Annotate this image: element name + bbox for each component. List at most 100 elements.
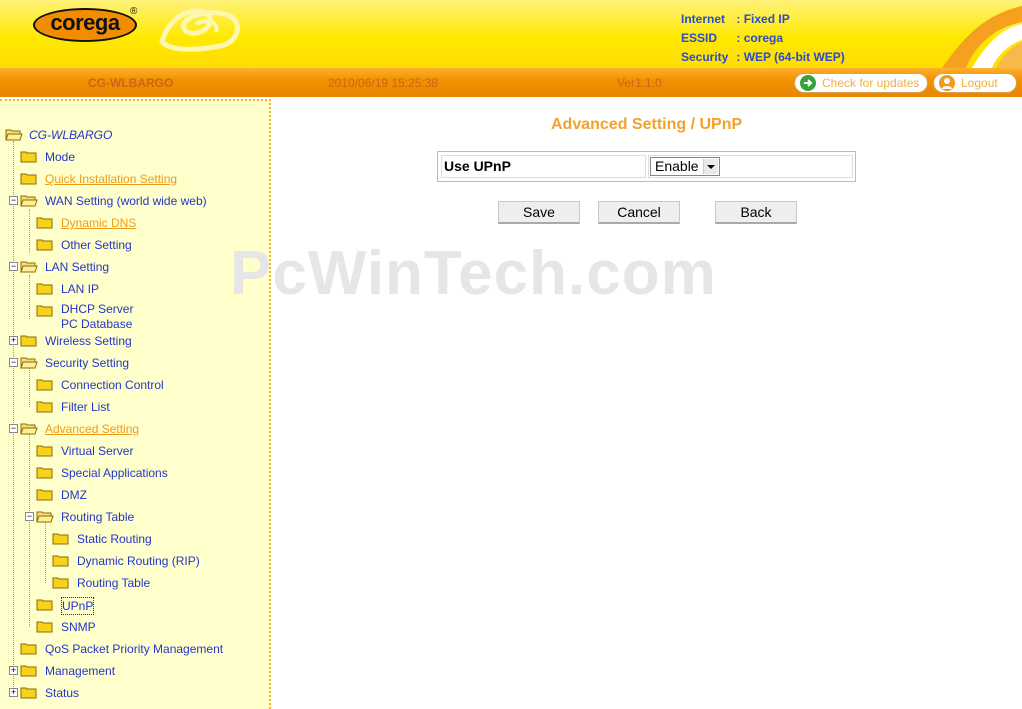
collapse-toggle-icon[interactable]: − [9,196,18,205]
cancel-button[interactable]: Cancel [598,201,680,224]
folder-icon [52,555,69,567]
info-key: ESSID [681,31,718,45]
tree-guide-line [45,517,46,583]
folder-icon [20,665,37,677]
folder-icon [36,239,53,251]
sidebar-item-label: WAN Setting (world wide web) [45,194,207,208]
sidebar-item-label: DHCP Server [61,302,134,316]
folder-icon [36,379,53,391]
upnp-settings-table: Use UPnP Enable [437,151,856,182]
folder-icon [20,687,37,699]
folder-icon [52,577,69,589]
back-button[interactable]: Back [715,201,797,224]
collapse-toggle-icon[interactable]: − [25,512,34,521]
expand-toggle-icon[interactable]: + [9,336,18,345]
sidebar-item-label-line2: PC Database [61,317,133,331]
sidebar-item-label: Other Setting [61,238,132,252]
folder-icon [36,217,53,229]
folder-icon [20,173,37,185]
tree-guide-line [29,363,30,407]
sidebar-item-label: Special Applications [61,466,168,480]
info-row-security: Security : WEP (64-bit WEP) [681,48,845,67]
expand-toggle-icon[interactable]: + [9,688,18,697]
info-row-essid: ESSID : corega [681,29,845,48]
date-time: 2010/06/19 15:25:38 [328,76,439,90]
folder-open-icon [20,261,38,273]
corega-logo: corega [33,8,137,42]
folder-icon [36,305,53,317]
header-banner: corega ® Internet : Fixed IP ESSID : cor… [0,0,1022,68]
sidebar-item-label: Dynamic Routing (RIP) [77,554,200,568]
folder-icon [36,467,53,479]
decorative-swirl-icon [159,8,240,52]
expand-toggle-icon[interactable]: + [9,666,18,675]
tree-guide-line [29,429,30,627]
info-key: Security [681,50,729,64]
sidebar-item-label: Connection Control [61,378,164,392]
tree-guide-line [29,209,30,253]
sidebar-item-label: Routing Table [61,510,135,524]
sidebar-item-label: UPnP [61,597,95,615]
sidebar-item-label: Advanced Setting [45,422,140,436]
use-upnp-label: Use UPnP [441,155,646,178]
tree-guide-line [29,275,30,319]
folder-icon [36,283,53,295]
logout-label: Logout [961,76,998,90]
logout-button[interactable]: Logout [933,73,1017,93]
check-updates-button[interactable]: Check for updates [794,73,928,93]
folder-open-icon [5,129,23,141]
folder-icon [36,489,53,501]
folder-icon [20,335,37,347]
save-button[interactable]: Save [498,201,580,224]
page-title: Advanced Setting / UPnP [551,116,743,133]
connection-info: Internet : Fixed IP ESSID : corega Secur… [681,10,845,67]
info-value: corega [743,31,784,45]
decorative-stripes-icon [942,6,1022,68]
info-sep: : [736,31,741,45]
refresh-icon [800,75,816,91]
info-value: WEP (64-bit WEP) [743,50,845,64]
tree-guide-line [13,141,14,695]
select-value: Enable [655,158,699,174]
collapse-toggle-icon[interactable]: − [9,358,18,367]
status-bar: CG-WLBARGO 2010/06/19 15:25:38 Ver1.1.0 … [0,68,1022,97]
info-sep: : [736,12,741,26]
folder-open-icon [20,195,38,207]
folder-icon [20,643,37,655]
sidebar-item-label: Wireless Setting [45,334,132,348]
info-sep: : [736,50,741,64]
user-icon [939,75,955,91]
device-name: CG-WLBARGO [88,76,174,90]
sidebar-item-label: Static Routing [77,532,152,546]
sidebar-item-label: SNMP [61,620,96,634]
collapse-toggle-icon[interactable]: − [9,262,18,271]
sidebar-item-label: QoS Packet Priority Management [45,642,224,656]
sidebar-item-label: Management [45,664,116,678]
folder-icon [36,445,53,457]
info-value: Fixed IP [743,12,790,26]
info-row-internet: Internet : Fixed IP [681,10,845,29]
folder-icon [36,401,53,413]
sidebar-item-label: Routing Table [77,576,151,590]
folder-icon [36,599,53,611]
folder-icon [52,533,69,545]
sidebar-item-label: LAN Setting [45,260,110,274]
sidebar-item-label: Dynamic DNS [61,216,137,230]
info-key: Internet [681,12,726,26]
tree-root-label: CG-WLBARGO [29,128,113,142]
sidebar-item-label: LAN IP [61,282,100,296]
sidebar-item-label: Security Setting [45,356,130,370]
sidebar-item-label: Status [45,686,80,700]
watermark-text: PcWinTech.com [230,239,717,308]
use-upnp-select[interactable]: Enable [650,157,720,176]
sidebar-item-label: Quick Installation Setting [45,172,178,186]
firmware-version: Ver1.1.0 [617,76,662,90]
folder-open-icon [20,423,38,435]
collapse-toggle-icon[interactable]: − [9,424,18,433]
registered-mark: ® [130,6,138,17]
sidebar-item-label: Virtual Server [61,444,134,458]
check-updates-label: Check for updates [822,76,920,90]
sidebar-item-label: DMZ [61,488,87,502]
sidebar-item-label: Mode [45,150,76,164]
dropdown-arrow-icon [703,159,718,174]
